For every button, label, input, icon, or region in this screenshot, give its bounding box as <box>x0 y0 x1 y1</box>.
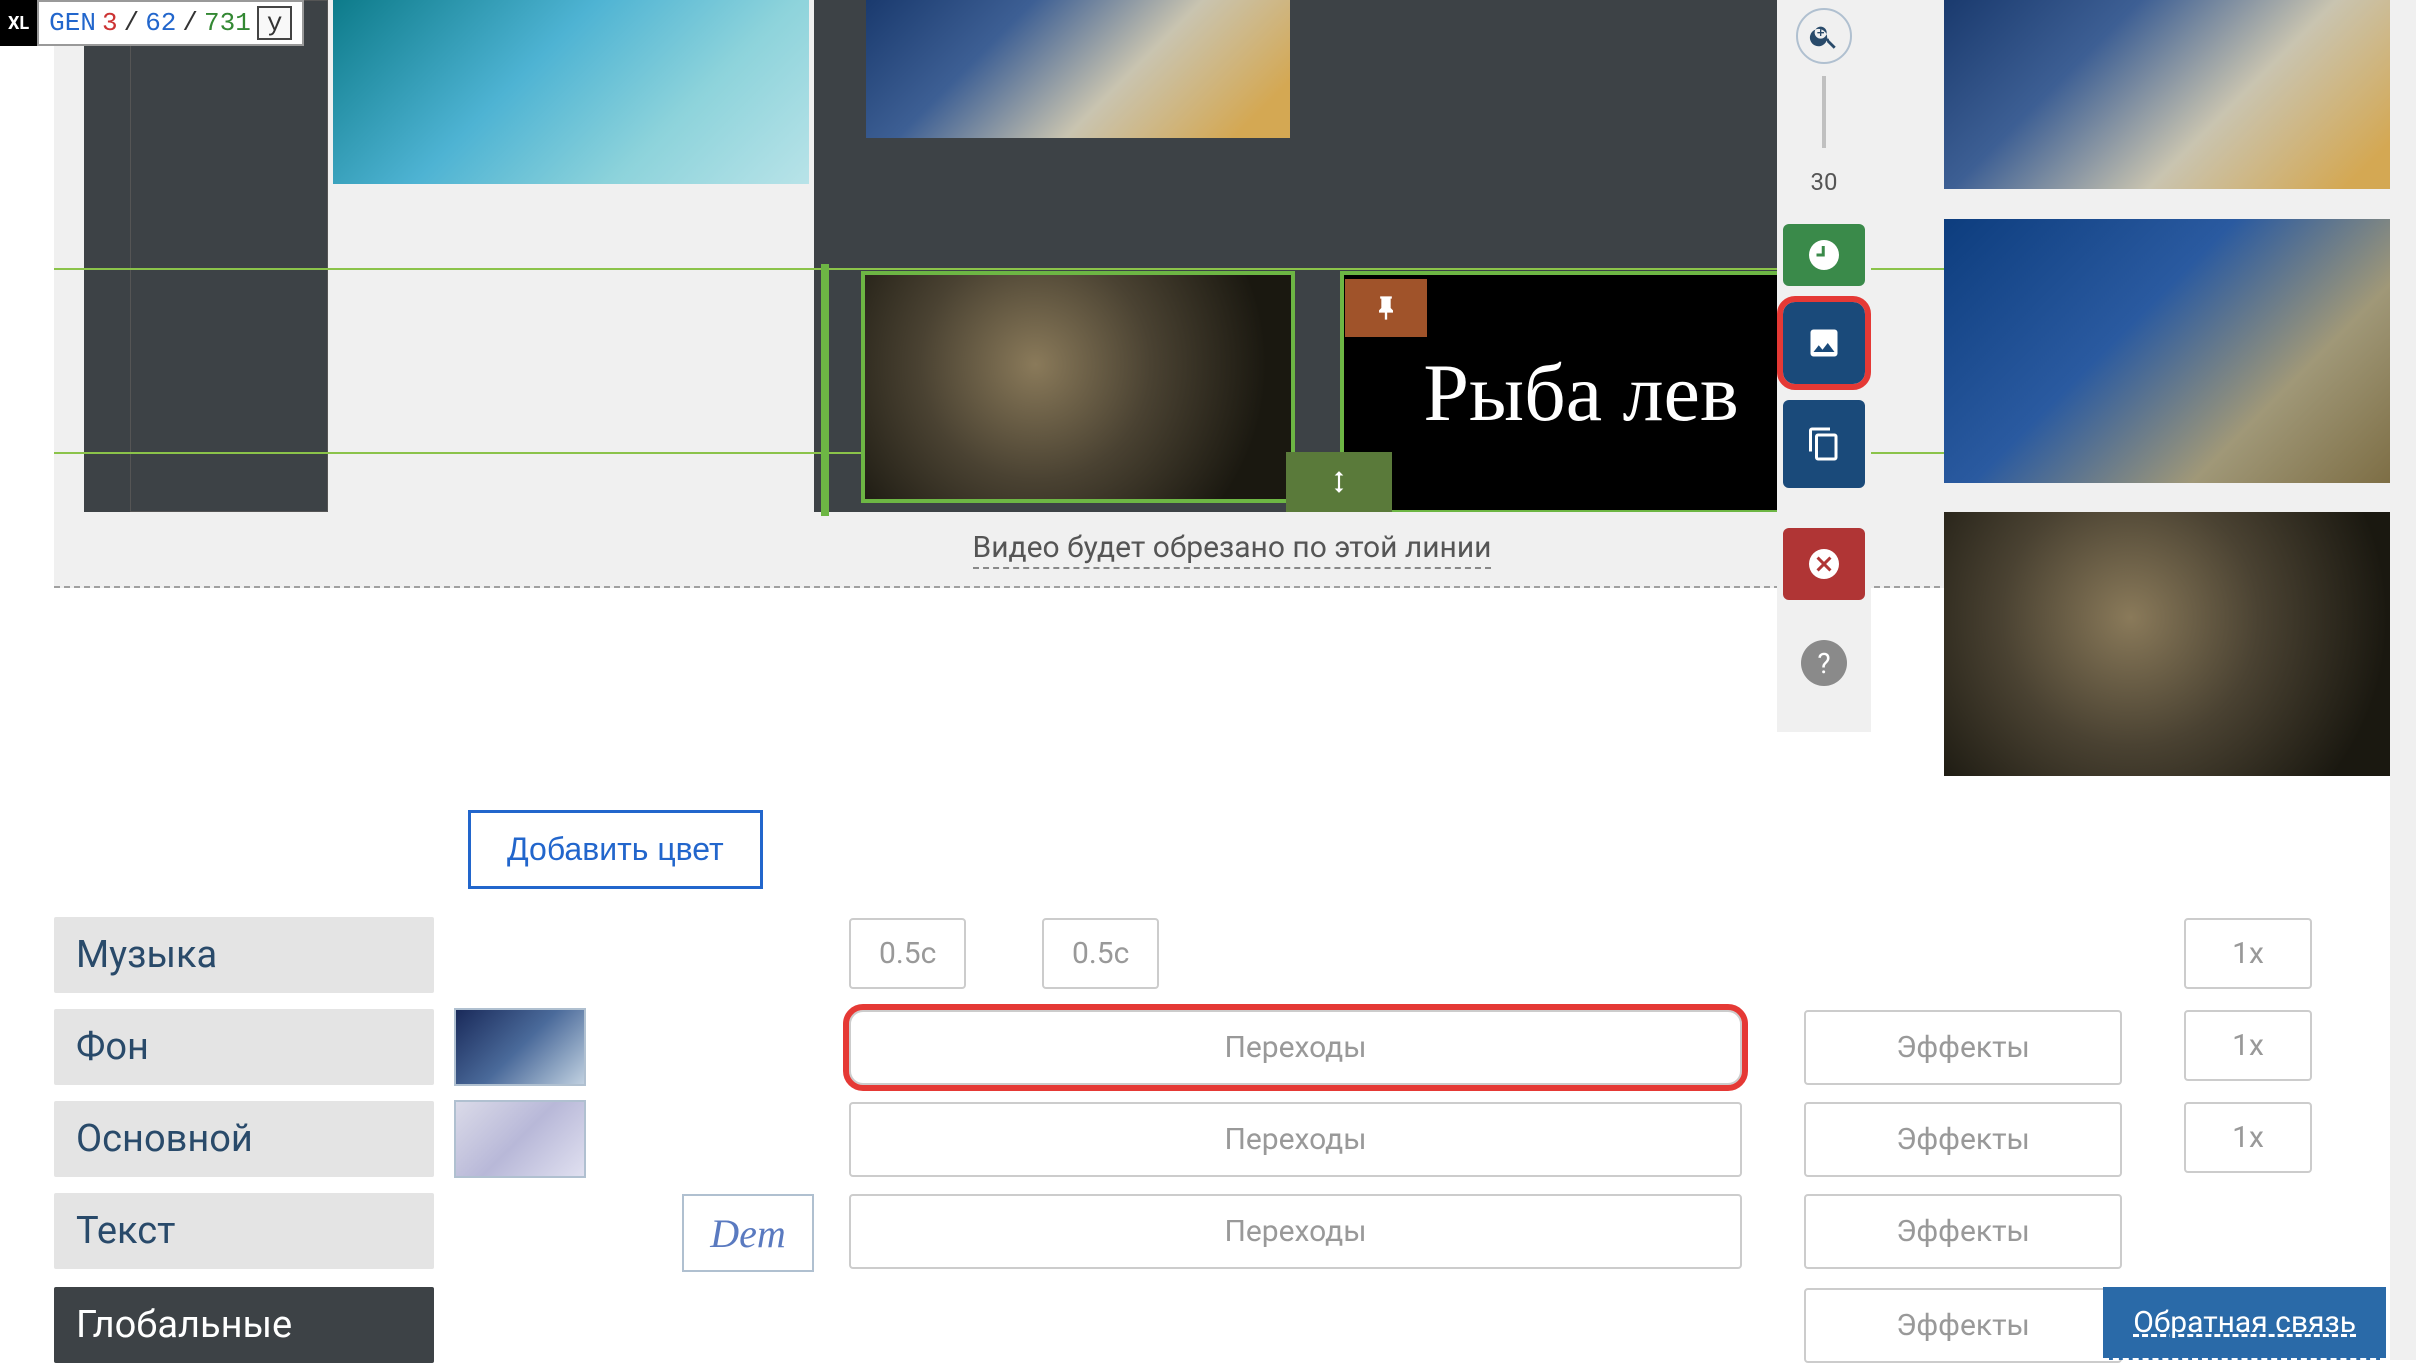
debug-xl-chip: XL <box>0 0 37 46</box>
debug-sep2: / <box>182 8 198 38</box>
effects-button-2[interactable]: Эффекты <box>1804 1102 2122 1177</box>
playhead-marker[interactable] <box>821 264 829 516</box>
help-button[interactable]: ? <box>1801 640 1847 686</box>
debug-gen-label: GEN <box>49 8 96 38</box>
resize-handle[interactable] <box>1286 452 1392 512</box>
transitions-button-3[interactable]: Переходы <box>849 1194 1742 1269</box>
debug-sep1: / <box>124 8 140 38</box>
effects-button-4[interactable]: Эффекты <box>1804 1288 2122 1363</box>
speed-chip-2[interactable]: 1x <box>2184 1010 2312 1081</box>
clip-title-text: Рыба лев <box>1423 346 1738 440</box>
debug-count-c: 731 <box>204 8 251 38</box>
pin-badge[interactable] <box>1345 279 1427 337</box>
clip-lionfish[interactable] <box>865 275 1291 499</box>
debug-badge: XL GEN 3 / 62 / 731 y <box>0 0 304 46</box>
resize-vertical-icon <box>1326 462 1352 502</box>
track-slot-0[interactable] <box>130 0 328 512</box>
clock-icon <box>1806 237 1842 273</box>
close-circle-icon <box>1806 546 1842 582</box>
duration-button[interactable] <box>1783 224 1865 286</box>
canvas-area: Рыба лев Видео будет обрезано по этой ли… <box>54 0 2410 588</box>
image-icon <box>1806 325 1842 361</box>
copy-button[interactable] <box>1783 400 1865 488</box>
gallery-thumb-2[interactable] <box>1944 219 2410 483</box>
time-chip-1[interactable]: 0.5с <box>849 918 966 989</box>
gallery-thumb-1[interactable] <box>1944 0 2410 189</box>
speed-chip-3[interactable]: 1x <box>2184 1102 2312 1173</box>
effects-button-1[interactable]: Эффекты <box>1804 1010 2122 1085</box>
time-chip-2[interactable]: 0.5с <box>1042 918 1159 989</box>
feedback-label: Обратная связь <box>2133 1305 2356 1340</box>
speed-chip-1[interactable]: 1x <box>2184 918 2312 989</box>
debug-counter: GEN 3 / 62 / 731 y <box>37 0 304 46</box>
clip-fish-thumbnail[interactable] <box>866 0 1290 138</box>
tool-sidebar: 30 ? <box>1777 0 1871 732</box>
gallery-thumb-3[interactable] <box>1944 512 2410 776</box>
zoom-in-button[interactable] <box>1796 8 1852 64</box>
trim-notice-text: Видео будет обрезано по этой линии <box>973 530 1492 569</box>
layer-label-text[interactable]: Текст <box>54 1193 434 1269</box>
layer-label-music[interactable]: Музыка <box>54 917 434 993</box>
zoom-slider[interactable] <box>1822 76 1826 148</box>
add-color-button[interactable]: Добавить цвет <box>468 810 763 889</box>
copy-icon <box>1806 426 1842 462</box>
track-edge-left <box>84 0 132 512</box>
layer-label-global[interactable]: Глобальные <box>54 1287 434 1363</box>
pin-icon <box>1372 294 1400 322</box>
scrollbar[interactable] <box>2390 0 2416 1360</box>
thumb-butterfly-background[interactable] <box>454 1008 586 1086</box>
thumb-butterfly-main[interactable] <box>454 1100 586 1178</box>
zoom-in-icon <box>1808 20 1840 52</box>
transitions-button-1[interactable]: Переходы <box>849 1010 1742 1085</box>
replace-image-button[interactable] <box>1783 302 1865 384</box>
transitions-button-2[interactable]: Переходы <box>849 1102 1742 1177</box>
zoom-value: 30 <box>1811 168 1838 196</box>
clip-water[interactable] <box>333 0 809 184</box>
debug-count-b: 62 <box>145 8 176 38</box>
feedback-button[interactable]: Обратная связь <box>2103 1287 2386 1360</box>
effects-button-3[interactable]: Эффекты <box>1804 1194 2122 1269</box>
question-icon: ? <box>1817 647 1830 680</box>
thumb-dem-logo[interactable]: Dem <box>682 1194 814 1272</box>
layer-label-main[interactable]: Основной <box>54 1101 434 1177</box>
layer-label-background[interactable]: Фон <box>54 1009 434 1085</box>
delete-button[interactable] <box>1783 528 1865 600</box>
layer-row-music: Музыка <box>54 918 2386 992</box>
debug-flag-box[interactable]: y <box>257 6 293 40</box>
debug-count-a: 3 <box>102 8 118 38</box>
